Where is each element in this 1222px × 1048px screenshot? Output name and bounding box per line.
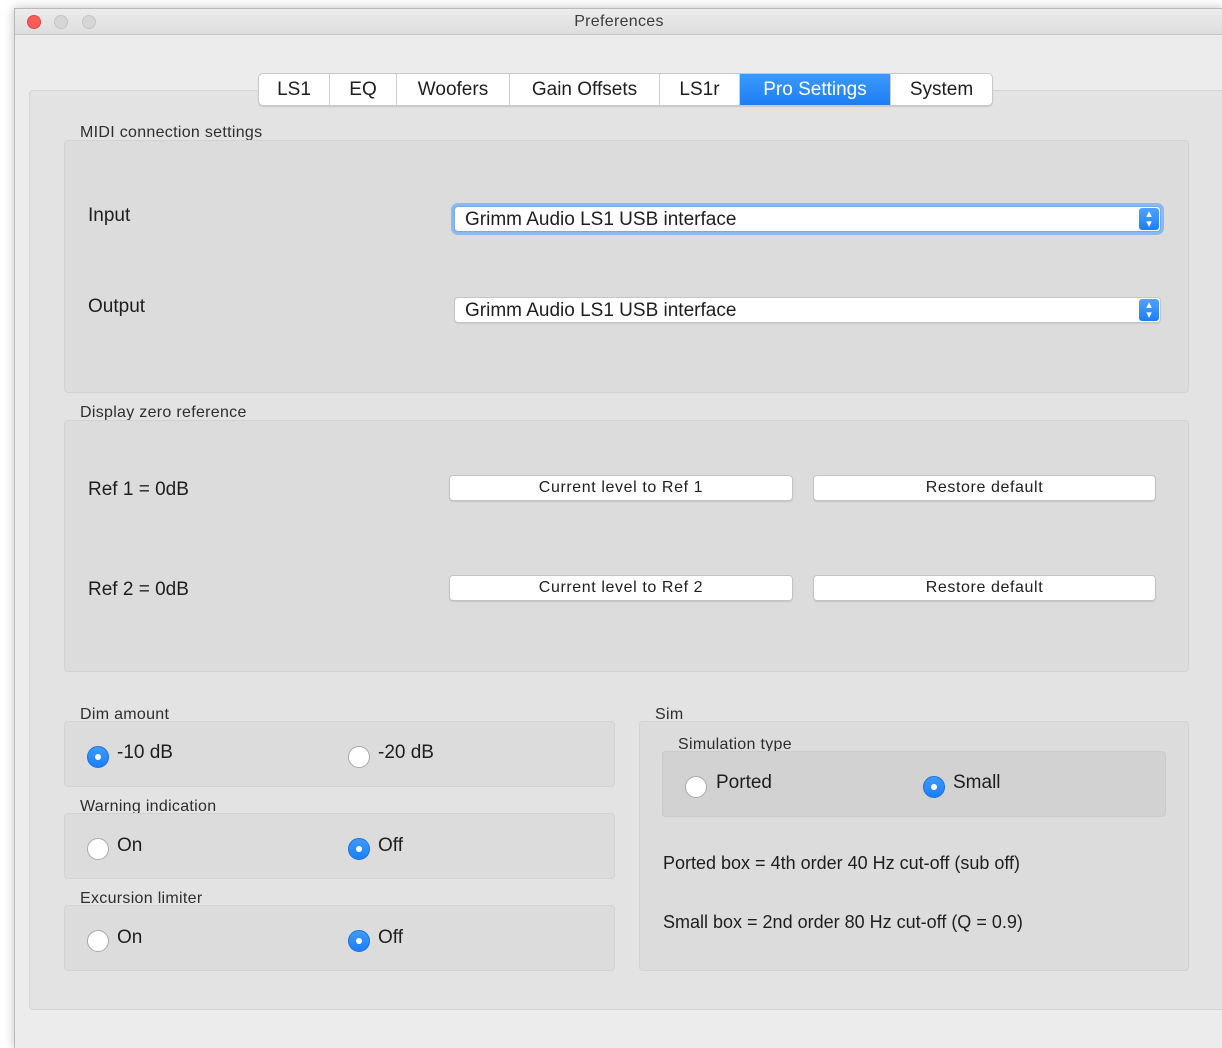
small-box-info: Small box = 2nd order 80 Hz cut-off (Q =… [663,912,1023,932]
sim-ported-label[interactable]: Ported [716,772,772,794]
midi-input-label: Input [88,205,131,226]
ref2-label: Ref 2 = 0dB [88,579,189,600]
dim-20db-label[interactable]: -20 dB [378,742,434,764]
dim-10db-radio[interactable] [87,746,109,768]
midi-input-value: Grimm Audio LS1 USB interface [465,209,737,230]
preferences-window: Preferences LS1 EQ Woofers Gain Offsets … [14,8,1222,1048]
warning-off-label[interactable]: Off [378,835,403,857]
excursion-on-label[interactable]: On [117,927,142,949]
tab-woofers[interactable]: Woofers [397,74,510,105]
midi-output-label: Output [88,296,146,317]
sim-small-radio[interactable] [923,776,945,798]
window-title: Preferences [574,13,664,30]
tab-ls1r[interactable]: LS1r [660,74,740,105]
midi-output-value: Grimm Audio LS1 USB interface [465,300,737,321]
warning-indication-group-box [64,813,615,879]
dim-20db-radio[interactable] [348,746,370,768]
excursion-off-label[interactable]: Off [378,927,403,949]
excursion-limiter-group-box [64,905,615,971]
current-level-to-ref2-button[interactable]: Current level to Ref 2 [449,575,793,601]
tab-bar: LS1 EQ Woofers Gain Offsets LS1r Pro Set… [258,73,993,106]
title-bar[interactable]: Preferences [15,9,1222,35]
tab-pro-settings[interactable]: Pro Settings [740,74,891,105]
tab-ls1[interactable]: LS1 [259,74,330,105]
tab-gain-offsets[interactable]: Gain Offsets [510,74,660,105]
midi-group-box [64,140,1189,393]
warning-on-label[interactable]: On [117,835,142,857]
ported-box-info: Ported box = 4th order 40 Hz cut-off (su… [663,853,1021,873]
excursion-on-radio[interactable] [87,930,109,952]
select-stepper-icon: ▴ ▾ [1139,208,1159,230]
current-level-to-ref1-button[interactable]: Current level to Ref 1 [449,475,793,501]
tab-system[interactable]: System [891,74,992,105]
dim-10db-label[interactable]: -10 dB [117,742,173,764]
restore-default-ref2-button[interactable]: Restore default [813,575,1156,601]
midi-output-select[interactable]: Grimm Audio LS1 USB interface ▴ ▾ [454,297,1161,323]
sim-small-label[interactable]: Small [953,772,1001,794]
select-stepper-icon: ▴ ▾ [1139,299,1159,321]
midi-input-select[interactable]: Grimm Audio LS1 USB interface ▴ ▾ [454,206,1161,232]
display-zero-group-box [64,420,1189,672]
tab-eq[interactable]: EQ [330,74,397,105]
ref1-label: Ref 1 = 0dB [88,479,189,500]
sim-ported-radio[interactable] [685,776,707,798]
restore-default-ref1-button[interactable]: Restore default [813,475,1156,501]
warning-off-radio[interactable] [348,838,370,860]
warning-on-radio[interactable] [87,838,109,860]
excursion-off-radio[interactable] [348,930,370,952]
